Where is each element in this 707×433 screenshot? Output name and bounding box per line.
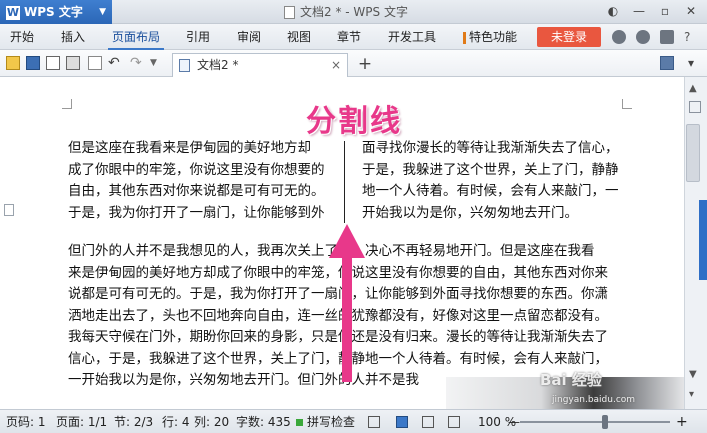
document-page[interactable]: 分割线 但是这座在我看来是伊甸园的美好地方却 成了你眼中的牢笼，你说这里没有你想… <box>0 77 684 409</box>
tab-insert[interactable]: 插入 <box>55 24 91 50</box>
zoom-slider[interactable] <box>520 421 670 423</box>
tab-view[interactable]: 视图 <box>281 24 317 50</box>
zoom-out-button[interactable]: — <box>508 410 520 433</box>
row-indicator: 行: 4 <box>162 415 190 429</box>
column-line: 地一个人待着。有时候，会有人来敲门，一 <box>362 183 619 199</box>
scroll-up-icon[interactable]: ▲ <box>689 83 697 94</box>
share-icon[interactable] <box>636 30 650 44</box>
column-separator-line <box>344 141 345 223</box>
column-indicator: 列: 20 <box>194 415 230 429</box>
annotation-arrow-icon <box>329 224 365 382</box>
spell-check-icon <box>296 419 303 426</box>
next-page-icon[interactable]: ▾ <box>689 389 694 400</box>
web-view-icon[interactable] <box>448 416 460 428</box>
skin-icon[interactable]: ◐ <box>600 2 626 20</box>
tab-special-features-label: 特色功能 <box>468 30 517 44</box>
annotation-title: 分割线 <box>306 104 402 139</box>
customize-toolbar-icon[interactable]: ▼ <box>150 56 164 70</box>
select-browse-icon[interactable] <box>689 101 701 113</box>
spell-check-toggle[interactable]: 拼写检查 <box>296 410 355 433</box>
zoom-slider-handle[interactable] <box>602 415 608 429</box>
document-icon <box>284 6 295 19</box>
column-line: 于是，我为你打开了一扇门，让你能够到外 <box>68 204 325 221</box>
app-name: WPS 文字 <box>24 5 83 19</box>
column-line: 开始我以为是你，兴匆匆地去开门。 <box>362 204 578 221</box>
focus-mode-icon[interactable] <box>368 416 380 428</box>
tab-home[interactable]: 开始 <box>4 24 40 50</box>
toolbar-menu-icon[interactable]: ▾ <box>684 56 698 70</box>
minimize-button[interactable]: — <box>626 2 652 20</box>
sync-icon[interactable] <box>612 30 626 44</box>
tab-list-icon[interactable] <box>660 56 674 70</box>
outline-view-icon[interactable] <box>422 416 434 428</box>
document-tab-label: 文档2 * <box>197 58 239 72</box>
redo-icon[interactable]: ↷ <box>130 56 144 70</box>
window-title: 文档2 * - WPS 文字 <box>284 0 408 24</box>
chevron-down-icon: ▼ <box>99 7 106 17</box>
close-button[interactable]: ✕ <box>678 2 704 20</box>
scrollbar-thumb[interactable] <box>686 124 700 182</box>
page-count: 页面: 1/1 <box>56 415 108 429</box>
left-column: 但是这座在我看来是伊甸园的美好地方却 成了你眼中的牢笼，你说这里没有你想要的 自… <box>68 138 340 224</box>
page-view-icon[interactable] <box>396 416 408 428</box>
save-icon[interactable] <box>26 56 40 70</box>
tab-page-layout[interactable]: 页面布局 <box>108 24 164 50</box>
quick-access-toolbar: ↶ ↷ ▼ ▾ <box>0 50 707 77</box>
new-tab-button[interactable]: + <box>355 54 375 74</box>
login-button[interactable]: 未登录 <box>537 27 601 47</box>
maximize-button[interactable]: ▫ <box>652 2 678 20</box>
zoom-in-button[interactable]: + <box>676 410 688 433</box>
ribbon-tabs: 开始 插入 页面布局 引用 审阅 视图 章节 开发工具 特色功能 未登录 ? <box>0 24 707 50</box>
column-line: 面寻找你漫长的等待让我渐渐失去了信心， <box>362 140 619 156</box>
tshirt-skin-icon[interactable] <box>660 30 674 44</box>
column-line: 但是这座在我看来是伊甸园的美好地方却 <box>68 140 311 156</box>
document-icon <box>179 59 190 72</box>
special-features-icon <box>462 31 466 44</box>
right-column: 面寻找你漫长的等待让我渐渐失去了信心， 于是，我躲进了这个世界，关上了门，静静 … <box>362 138 632 224</box>
tab-special-features[interactable]: 特色功能 <box>458 24 522 50</box>
section-indicator: 节: 2/3 <box>114 415 154 429</box>
watermark-logo: Bai 经验 <box>540 371 602 389</box>
export-pdf-icon[interactable] <box>88 56 102 70</box>
window-title-text: 文档2 * - WPS 文字 <box>300 5 408 19</box>
word-count[interactable]: 字数: 435 <box>236 410 291 433</box>
close-tab-icon[interactable]: × <box>331 54 341 76</box>
document-tab[interactable]: 文档2 * × <box>172 53 348 77</box>
undo-icon[interactable]: ↶ <box>108 56 122 70</box>
margin-marker <box>622 99 632 109</box>
print-preview-icon[interactable] <box>46 56 60 70</box>
left-gutter <box>0 77 22 409</box>
title-bar: W WPS 文字 ▼ 文档2 * - WPS 文字 ◐ — ▫ ✕ <box>0 0 707 24</box>
page-number: 页码: 1 <box>6 415 46 429</box>
print-icon[interactable] <box>66 56 80 70</box>
open-folder-icon[interactable] <box>6 56 20 70</box>
watermark-url: jingyan.baidu.com <box>552 395 636 405</box>
help-icon[interactable]: ? <box>684 30 698 44</box>
column-line: 自由，其他东西对你来说都是可有可无的。 <box>68 183 325 199</box>
app-menu-button[interactable]: W WPS 文字 ▼ <box>0 0 112 24</box>
scroll-down-icon[interactable]: ▼ <box>689 369 697 380</box>
side-panel-tab[interactable] <box>699 200 707 280</box>
tab-chapter[interactable]: 章节 <box>331 24 367 50</box>
wps-logo-icon: W <box>6 5 20 20</box>
margin-marker <box>62 99 72 109</box>
column-line: 于是，我躲进了这个世界，关上了门，静静 <box>362 161 619 178</box>
tab-references[interactable]: 引用 <box>180 24 216 50</box>
tab-review[interactable]: 审阅 <box>231 24 267 50</box>
navigation-pane-icon[interactable] <box>4 204 14 216</box>
status-bar: 页码: 1 页面: 1/1 节: 2/3 行: 4 列: 20 字数: 435 … <box>0 409 707 433</box>
column-line: 成了你眼中的牢笼，你说这里没有你想要的 <box>68 161 325 178</box>
tab-developer[interactable]: 开发工具 <box>383 24 441 50</box>
spell-check-label: 拼写检查 <box>307 415 356 429</box>
